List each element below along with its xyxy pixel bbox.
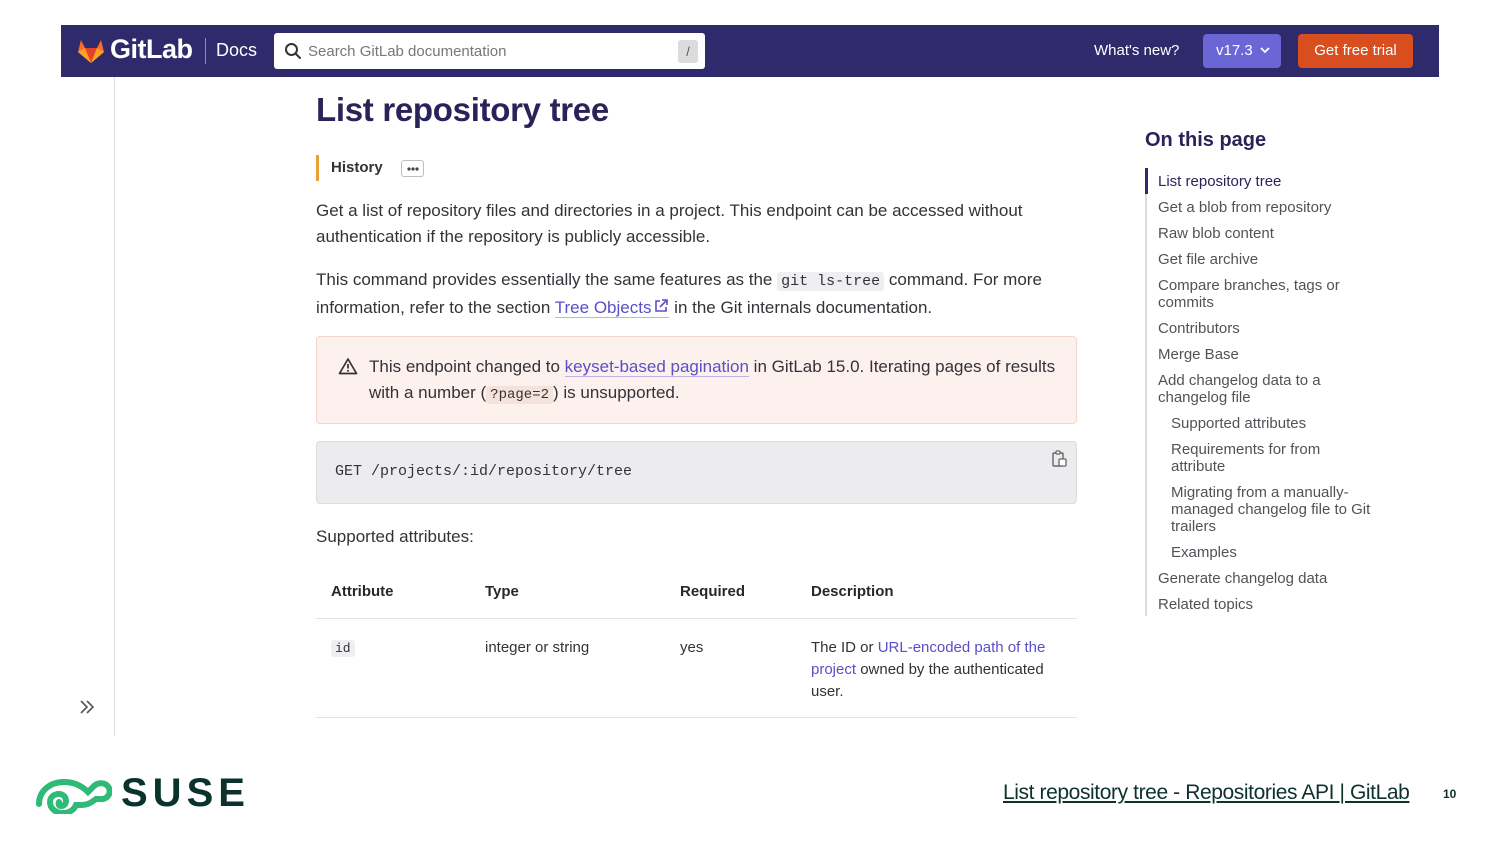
endpoint-code: GET /projects/:id/repository/tree xyxy=(335,463,633,480)
pagination-warning-alert: This endpoint changed to keyset-based pa… xyxy=(316,336,1077,424)
ellipsis-icon xyxy=(407,167,419,171)
desc-text-start: The ID or xyxy=(811,639,878,656)
get-free-trial-button[interactable]: Get free trial xyxy=(1298,34,1413,68)
endpoint-code-block: GET /projects/:id/repository/tree xyxy=(316,441,1077,504)
git-ls-tree-code: git ls-tree xyxy=(777,272,885,291)
gitlab-logo-text[interactable]: GitLab xyxy=(110,34,193,65)
toc-item-file-archive[interactable]: Get file archive xyxy=(1158,251,1398,268)
p2-text-end: in the Git internals documentation. xyxy=(669,298,933,317)
toc-item-migrating-changelog[interactable]: Migrating from a manually-managed change… xyxy=(1171,484,1396,535)
toc-title: On this page xyxy=(1145,129,1267,151)
history-label: History xyxy=(331,159,383,176)
version-label: v17.3 xyxy=(1216,42,1253,59)
toc-item-contributors[interactable]: Contributors xyxy=(1158,320,1398,337)
page-param-code: ?page=2 xyxy=(486,386,553,404)
toc-item-list-repository-tree[interactable]: List repository tree xyxy=(1158,173,1398,190)
warning-icon xyxy=(338,358,358,375)
table-cell-description: The ID or URL-encoded path of the projec… xyxy=(811,637,1066,703)
table-cell-required: yes xyxy=(680,639,704,656)
toc-item-raw-blob[interactable]: Raw blob content xyxy=(1158,225,1398,242)
top-navbar: GitLab Docs / What's new? v17.3 Get free… xyxy=(61,25,1439,77)
toc-item-get-blob[interactable]: Get a blob from repository xyxy=(1158,199,1398,216)
column-header-attribute: Attribute xyxy=(331,583,394,600)
toc-item-supported-attributes[interactable]: Supported attributes xyxy=(1171,415,1411,432)
sidebar-collapsed-rail xyxy=(114,77,115,736)
attribute-code: id xyxy=(331,640,355,657)
p2-text-start: This command provides essentially the sa… xyxy=(316,270,778,289)
keyset-pagination-link[interactable]: keyset-based pagination xyxy=(564,357,749,377)
table-cell-type: integer or string xyxy=(485,639,590,656)
search-shortcut-key: / xyxy=(678,40,698,63)
column-header-required: Required xyxy=(680,583,746,600)
table-header-divider xyxy=(316,618,1077,619)
search-input[interactable] xyxy=(308,33,668,69)
external-link-icon xyxy=(655,299,669,312)
docs-label[interactable]: Docs xyxy=(216,40,257,61)
toc-item-compare[interactable]: Compare branches, tags or commits xyxy=(1158,277,1373,311)
history-expand-button[interactable] xyxy=(401,160,424,177)
copy-clipboard-icon[interactable] xyxy=(1051,450,1067,468)
tree-objects-link-text: Tree Objects xyxy=(554,298,652,317)
toc-item-related-topics[interactable]: Related topics xyxy=(1158,596,1398,613)
table-cell-attribute: id xyxy=(331,637,355,660)
intro-paragraph: Get a list of repository files and direc… xyxy=(316,201,1023,246)
history-section[interactable]: History xyxy=(316,155,424,181)
whats-new-link[interactable]: What's new? xyxy=(1094,42,1179,59)
toc-item-add-changelog[interactable]: Add changelog data to a changelog file xyxy=(1158,372,1358,406)
toc-active-indicator xyxy=(1145,168,1148,194)
toc-item-examples[interactable]: Examples xyxy=(1171,544,1411,561)
toc-item-merge-base[interactable]: Merge Base xyxy=(1158,346,1398,363)
chevron-down-icon xyxy=(1260,47,1270,54)
suse-wordmark: SUSE xyxy=(121,771,250,815)
table-row-divider xyxy=(316,717,1077,718)
version-dropdown[interactable]: v17.3 xyxy=(1203,34,1281,68)
alert-text-end: ) is unsupported. xyxy=(552,383,680,402)
docs-screenshot: GitLab Docs / What's new? v17.3 Get free… xyxy=(61,25,1439,736)
search-box[interactable]: / xyxy=(274,33,705,69)
expand-sidebar-icon[interactable] xyxy=(78,698,96,716)
column-header-type: Type xyxy=(485,583,519,600)
page-title: List repository tree xyxy=(316,91,609,128)
toc-item-requirements-from[interactable]: Requirements for from attribute xyxy=(1171,441,1361,475)
search-icon xyxy=(285,43,301,59)
ls-tree-paragraph: This command provides essentially the sa… xyxy=(316,267,1078,321)
logo-divider xyxy=(205,38,206,64)
toc-rail xyxy=(1145,168,1147,616)
alert-message: This endpoint changed to keyset-based pa… xyxy=(369,354,1059,408)
column-header-description: Description xyxy=(811,583,894,600)
alert-text-start: This endpoint changed to xyxy=(369,357,565,376)
source-page-link[interactable]: List repository tree - Repositories API … xyxy=(1003,781,1410,805)
gitlab-tanuki-icon[interactable] xyxy=(77,37,105,64)
tree-objects-link[interactable]: Tree Objects xyxy=(554,298,670,318)
slide-page-number: 10 xyxy=(1443,787,1457,801)
suse-chameleon-logo-icon xyxy=(36,778,112,814)
supported-attributes-label: Supported attributes: xyxy=(316,527,474,546)
toc-item-generate-changelog[interactable]: Generate changelog data xyxy=(1158,570,1398,587)
